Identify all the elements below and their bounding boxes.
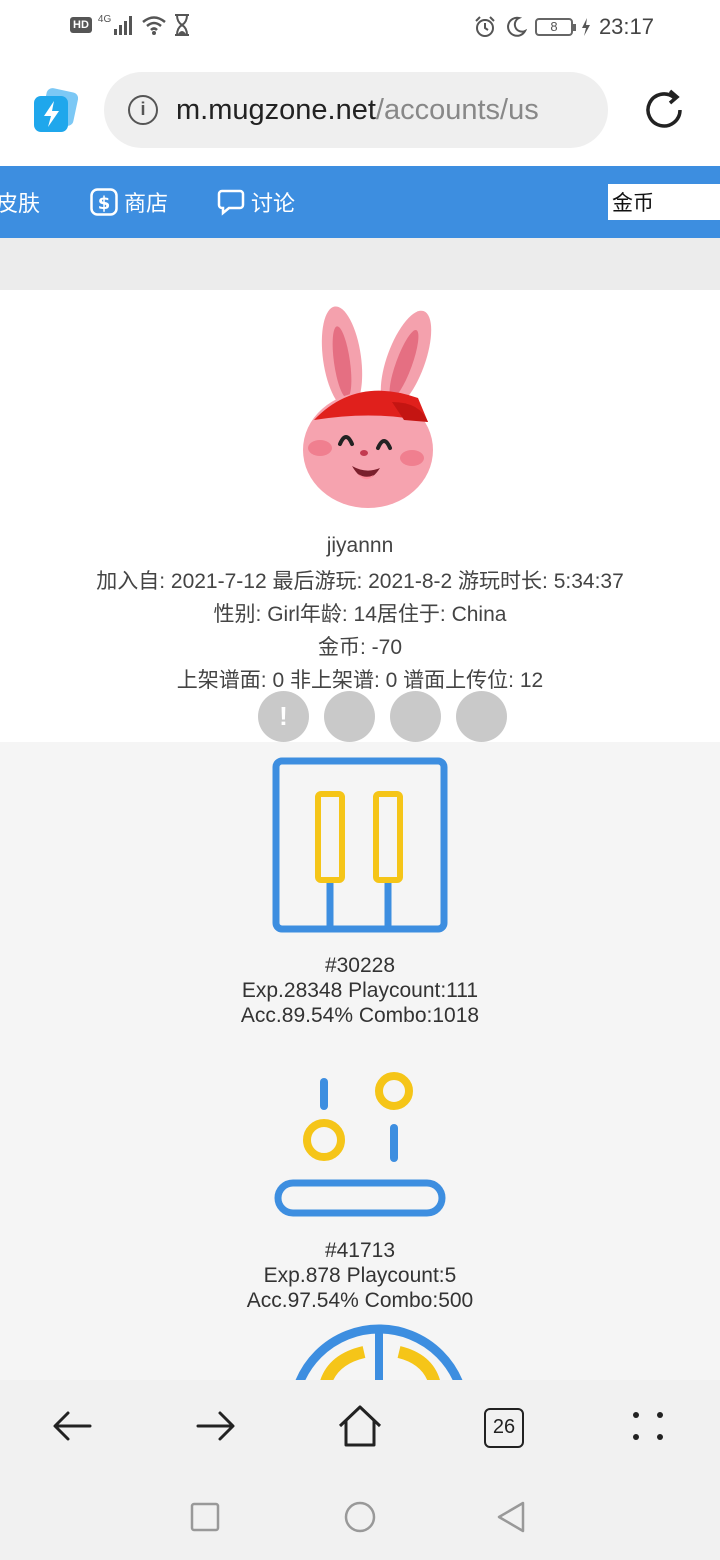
nav-item-skin[interactable]: 皮肤 (0, 166, 40, 238)
url-bar[interactable]: i m.mugzone.net/accounts/us (104, 72, 608, 148)
username: jiyannn (326, 534, 394, 557)
badge-alert[interactable]: ! (258, 691, 309, 742)
piano-keys-icon (272, 757, 448, 933)
header-spacer (0, 238, 720, 290)
clock-time: 23:17 (598, 14, 654, 39)
back-arrow-icon[interactable] (48, 1402, 96, 1450)
profile-dates: 加入自: 2021-7-12 最后游玩: 2021-8-2 游玩时长: 5:34… (96, 570, 624, 593)
song-list: #30228 Exp.28348 Playcount:111 Acc.89.54… (0, 742, 720, 1380)
profile-card: jiyannn 加入自: 2021-7-12 最后游玩: 2021-8-2 游玩… (0, 290, 720, 742)
reload-icon[interactable] (640, 86, 688, 134)
song-exp-playcount: Exp.878 Playcount:5 (263, 1264, 457, 1287)
browser-address-bar: i m.mugzone.net/accounts/us (0, 56, 720, 166)
tab-count-button[interactable]: 26 (484, 1408, 524, 1448)
home-icon[interactable] (336, 1402, 384, 1450)
nav-item-discuss[interactable]: 讨论 (217, 166, 295, 238)
nav-item-store[interactable]: $ 商店 (90, 166, 168, 238)
badge-row: ! (258, 691, 507, 742)
song-acc-combo: Acc.97.54% Combo:500 (246, 1289, 474, 1312)
moon-icon (507, 16, 527, 37)
battery-icon: 8 (534, 18, 576, 36)
dollar-icon: $ (90, 188, 118, 216)
hourglass-icon (175, 14, 190, 36)
song-id: #41713 (324, 1239, 396, 1262)
nav-item-label: 皮肤 (0, 191, 41, 216)
list-item[interactable]: #41713 Exp.878 Playcount:5 Acc.97.54% Co… (0, 1070, 720, 1313)
list-item[interactable]: #30228 Exp.28348 Playcount:111 Acc.89.54… (0, 757, 720, 1028)
badge[interactable] (390, 691, 441, 742)
nav-item-label: 讨论 (251, 191, 296, 216)
browser-logo-icon[interactable] (32, 88, 78, 134)
more-menu-icon[interactable] (624, 1402, 672, 1450)
falling-notes-icon (274, 1072, 446, 1217)
recents-square-icon[interactable] (188, 1500, 222, 1534)
charging-icon (581, 18, 590, 36)
status-right-icons: 8 23:17 (473, 14, 654, 40)
song-icon-partial (295, 1324, 463, 1380)
search-input[interactable] (608, 184, 720, 220)
badge[interactable] (324, 691, 375, 742)
avatar (303, 306, 433, 508)
alarm-icon (475, 16, 495, 37)
url-host: m.mugzone.net (176, 93, 376, 126)
home-circle-icon[interactable] (343, 1500, 377, 1534)
back-triangle-icon[interactable] (494, 1500, 528, 1534)
signal-icon (114, 16, 133, 35)
badge[interactable] (456, 691, 507, 742)
status-left-icons: HD 4G (70, 14, 191, 36)
browser-toolbar: 26 (0, 1380, 720, 1472)
system-nav-bar (0, 1472, 720, 1560)
info-icon[interactable]: i (128, 95, 158, 125)
url-path: /accounts/us (375, 93, 539, 126)
profile-charts: 上架谱面: 0 非上架谱: 0 谱面上传位: 12 (176, 669, 544, 692)
forward-arrow-icon[interactable] (192, 1402, 240, 1450)
profile-coins: 金币: -70 (317, 636, 403, 659)
hd-icon: HD (70, 17, 92, 33)
song-acc-combo: Acc.89.54% Combo:1018 (240, 1004, 480, 1027)
network-type-label: 4G (97, 14, 112, 25)
site-nav-bar: 皮肤 $ 商店 讨论 (0, 166, 720, 238)
song-id: #30228 (324, 954, 396, 977)
chat-bubble-icon (217, 189, 245, 216)
wifi-icon (142, 16, 167, 35)
song-exp-playcount: Exp.28348 Playcount:111 (241, 979, 479, 1002)
nav-item-label: 商店 (124, 191, 169, 216)
svg-text:$: $ (98, 193, 111, 214)
status-bar: HD 4G 8 23:17 (0, 0, 720, 56)
url-text[interactable]: m.mugzone.net/accounts/us (176, 94, 539, 127)
profile-personal: 性别: Girl年龄: 14居住于: China (213, 603, 507, 626)
